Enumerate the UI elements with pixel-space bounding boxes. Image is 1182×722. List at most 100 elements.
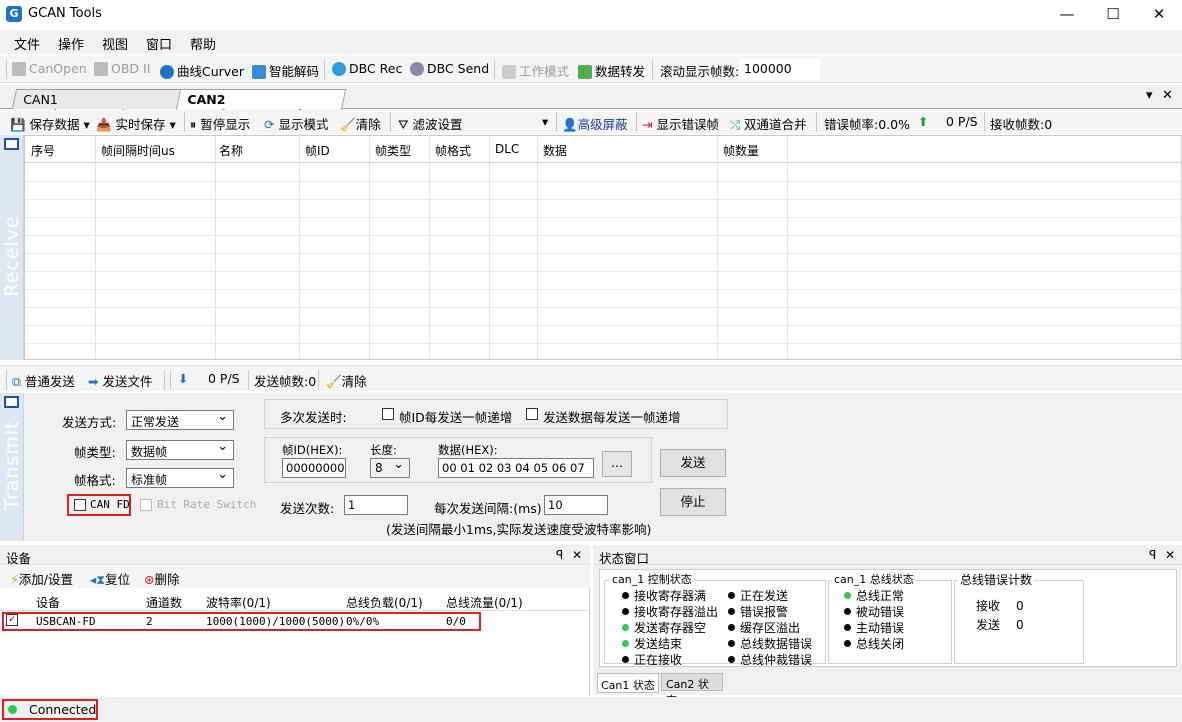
col-traffic: 总线流量(0/1) [446, 596, 523, 610]
work-mode-button[interactable]: 工作模式 [502, 61, 569, 80]
receive-label: Receive [1, 215, 23, 297]
tab-dropdown-icon[interactable]: ▾ [1146, 88, 1153, 103]
canopen-button[interactable]: CanOpen [12, 61, 87, 76]
status-content: can_1 控制状态 接收寄存器满 接收寄存器溢出 发送寄存器空 发送结束 正在接收 正… [599, 569, 1177, 667]
control-status-label: 缓存区溢出 [740, 621, 801, 635]
pause-display-button[interactable]: ⏸ 暂停显示 [190, 114, 250, 133]
tab-can2-status[interactable]: Can2 状态 [661, 673, 723, 707]
status-dot-icon [844, 624, 851, 631]
control-status-label: 接收寄存器溢出 [634, 605, 719, 619]
data-input[interactable]: 00 01 02 03 04 05 06 07 [438, 458, 594, 478]
device-load: 0%/0% [346, 615, 380, 628]
close-button[interactable]: ✕ [1136, 0, 1182, 28]
pause-icon: ⏸ [190, 117, 197, 132]
tab-strip: CAN1 Receive/Transmit CAN2 Receive/Trans… [0, 85, 1182, 122]
receive-toggle-icon[interactable] [4, 138, 19, 150]
clear-send-button[interactable]: 🧹清除 [326, 371, 367, 390]
advanced-mask-button[interactable]: 👤高级屏蔽 [562, 114, 628, 133]
display-mode-button[interactable]: ⟳ 显示模式 [264, 114, 328, 133]
send-count-input[interactable]: 1 [344, 495, 408, 515]
maximize-button[interactable]: ☐ [1090, 0, 1136, 28]
car-icon [94, 62, 108, 76]
add-device-button[interactable]: ⚡添加/设置 [10, 569, 73, 588]
length-select[interactable]: 8 [370, 457, 410, 478]
transmit-toggle-icon[interactable] [4, 396, 19, 408]
obd-button[interactable]: OBD II [94, 61, 150, 76]
reset-device-button[interactable]: ◂⧗复位 [90, 569, 130, 588]
bus-status-item: 总线关闭 [844, 636, 904, 652]
minimize-button[interactable]: — [1044, 0, 1090, 28]
data-increment-checkbox[interactable] [526, 408, 538, 420]
menu-help[interactable]: 帮助 [190, 34, 216, 53]
control-status-label: 发送寄存器空 [634, 621, 707, 635]
status-close-icon[interactable]: ✕ [1165, 548, 1175, 562]
arrow-right-icon: ➡ [88, 374, 99, 389]
tab-can2[interactable]: CAN2 Receive/Transmit [175, 89, 347, 122]
normal-send-button[interactable]: ⧉ 普通发送 [12, 371, 75, 390]
tab-can1[interactable]: CAN1 Receive/Transmit [11, 89, 183, 122]
status-panel: 状态窗口 ꟼ ✕ can_1 控制状态 接收寄存器满 接收寄存器溢出 发送寄存器空发… [593, 545, 1182, 707]
dbc-send-button[interactable]: DBC Send [410, 61, 489, 76]
forward-button[interactable]: 数据转发 [578, 61, 645, 80]
menu-file[interactable]: 文件 [14, 34, 40, 53]
menu-window[interactable]: 窗口 [146, 34, 172, 53]
control-status-item: 总线仲裁错误 [728, 652, 812, 668]
device-table-header: 设备 通道数 波特率(0/1) 总线负载(0/1) 总线流量(0/1) [0, 591, 590, 611]
receive-sidebar: Receive [0, 135, 24, 360]
device-close-icon[interactable]: ✕ [572, 548, 582, 562]
status-pin-icon[interactable]: ꟼ [1149, 548, 1156, 562]
id-increment-checkbox[interactable] [382, 408, 394, 420]
refresh-icon: ⟳ [264, 117, 275, 132]
brs-checkbox[interactable] [140, 499, 152, 511]
connected-text: Connected [29, 702, 97, 717]
show-error-frame-button[interactable]: ⇥ 显示错误帧 [642, 114, 719, 133]
receive-grid[interactable]: 序号 帧间隔时间us 名称 帧ID 帧类型 帧格式 DLC 数据 帧数量 [24, 135, 1182, 360]
save-data-button[interactable]: 💾 保存数据 ▾ [10, 114, 90, 133]
error-rate-text: 错误帧率:0.0% [824, 117, 910, 132]
bus-status-label: 主动错误 [856, 621, 905, 635]
curver-button[interactable]: 曲线Curver [160, 61, 244, 80]
decode-button[interactable]: 智能解码 [252, 61, 319, 80]
send-button[interactable]: 发送 [660, 449, 726, 477]
device-checkbox[interactable]: ✓ [6, 614, 18, 626]
canfd-checkbox[interactable] [74, 499, 86, 511]
broom-icon: 🧹 [340, 117, 356, 132]
filter-settings-button[interactable]: ⛛ 滤波设置 [398, 114, 463, 133]
col-frame-format: 帧格式 [435, 144, 472, 158]
frame-type-select[interactable]: 数据帧 [126, 439, 234, 460]
user-icon: 👤 [562, 117, 578, 132]
send-mode-label: 发送方式: [62, 415, 117, 430]
table-row[interactable]: ✓ USBCAN-FD 2 1000(1000)/1000(5000) 0%/0… [0, 613, 480, 630]
device-pin-icon[interactable]: ꟼ [556, 548, 563, 562]
interval-input[interactable]: 10 [544, 495, 608, 515]
status-dot-icon [622, 608, 629, 615]
frame-id-input[interactable]: 00000000 [282, 458, 346, 478]
send-refresh-icon [410, 62, 424, 76]
merge-channel-button[interactable]: ⤮ 双通道合并 [730, 114, 807, 133]
col-interval: 帧间隔时间us [101, 144, 175, 158]
delete-device-button[interactable]: ⊛删除 [144, 569, 180, 588]
col-name: 名称 [219, 144, 244, 158]
send-mode-select[interactable]: 正常发送 [126, 409, 234, 430]
filter-dropdown-icon[interactable]: ▾ [542, 114, 548, 129]
data-more-button[interactable]: ... [602, 451, 632, 477]
stop-button[interactable]: 停止 [660, 488, 726, 516]
forward-icon [578, 65, 592, 79]
id-increment-label: 帧ID每发送一帧递增 [399, 410, 513, 425]
realtime-save-button[interactable]: 📥 实时保存 ▾ [96, 114, 176, 133]
shuffle-icon: ⤮ [730, 117, 741, 132]
control-status-item: 接收寄存器满 [622, 588, 718, 604]
tab-close-icon[interactable]: ✕ [1162, 88, 1173, 103]
title-bar: G GCAN Tools — ☐ ✕ [0, 0, 1182, 28]
clear-receive-button[interactable]: 🧹清除 [340, 114, 381, 133]
down-arrow-icon: ⬇ [178, 371, 189, 386]
frame-format-select[interactable]: 标准帧 [126, 467, 234, 488]
send-file-button[interactable]: ➡ 发送文件 [88, 371, 152, 390]
tab-can1-status[interactable]: Can1 状态 [597, 673, 659, 693]
device-panel-title: 设备 [6, 551, 32, 566]
scroll-frames-input[interactable]: 100000 [740, 58, 820, 80]
interval-label: 每次发送间隔:(ms) [434, 501, 542, 516]
menu-operation[interactable]: 操作 [58, 34, 84, 53]
menu-view[interactable]: 视图 [102, 34, 128, 53]
dbc-rec-button[interactable]: DBC Rec [332, 61, 402, 76]
